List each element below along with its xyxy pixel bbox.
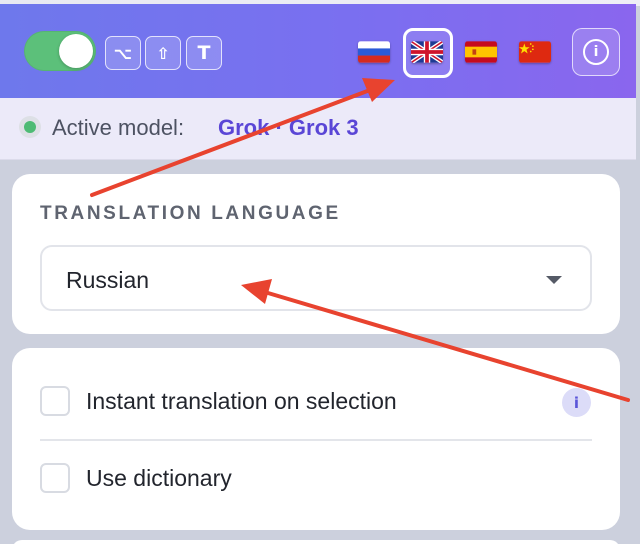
language-select[interactable]: Russian	[40, 245, 592, 311]
translation-language-heading: TRANSLATION LANGUAGE	[40, 203, 341, 224]
instant-translation-checkbox[interactable]	[40, 386, 70, 416]
info-icon: i	[583, 39, 609, 65]
use-dictionary-label[interactable]: Use dictionary	[86, 465, 232, 492]
about-button[interactable]: i	[572, 28, 620, 76]
instant-translation-info-icon[interactable]: i	[562, 388, 591, 417]
uk-flag-icon[interactable]	[411, 41, 443, 63]
t-key-icon[interactable]: T	[186, 36, 222, 70]
next-card-edge	[12, 540, 620, 544]
toggle-knob	[59, 34, 93, 68]
status-indicator-icon	[19, 116, 41, 138]
instant-translation-label[interactable]: Instant translation on selection	[86, 388, 397, 415]
option-key-icon[interactable]: ⌥	[105, 36, 141, 70]
shift-key-icon[interactable]: ⇧	[145, 36, 181, 70]
enable-toggle[interactable]	[24, 31, 96, 71]
china-flag-icon[interactable]	[519, 41, 551, 63]
extension-header: ⌥ ⇧ T i	[0, 4, 636, 98]
active-model-name[interactable]: Grok · Grok 3	[218, 115, 359, 141]
language-select-value: Russian	[66, 267, 150, 293]
options-divider	[40, 439, 592, 441]
spain-flag-icon[interactable]	[465, 41, 497, 63]
russia-flag-icon[interactable]	[358, 41, 390, 63]
active-model-label: Active model:	[52, 115, 185, 140]
chevron-down-icon	[546, 276, 562, 284]
use-dictionary-checkbox[interactable]	[40, 463, 70, 493]
